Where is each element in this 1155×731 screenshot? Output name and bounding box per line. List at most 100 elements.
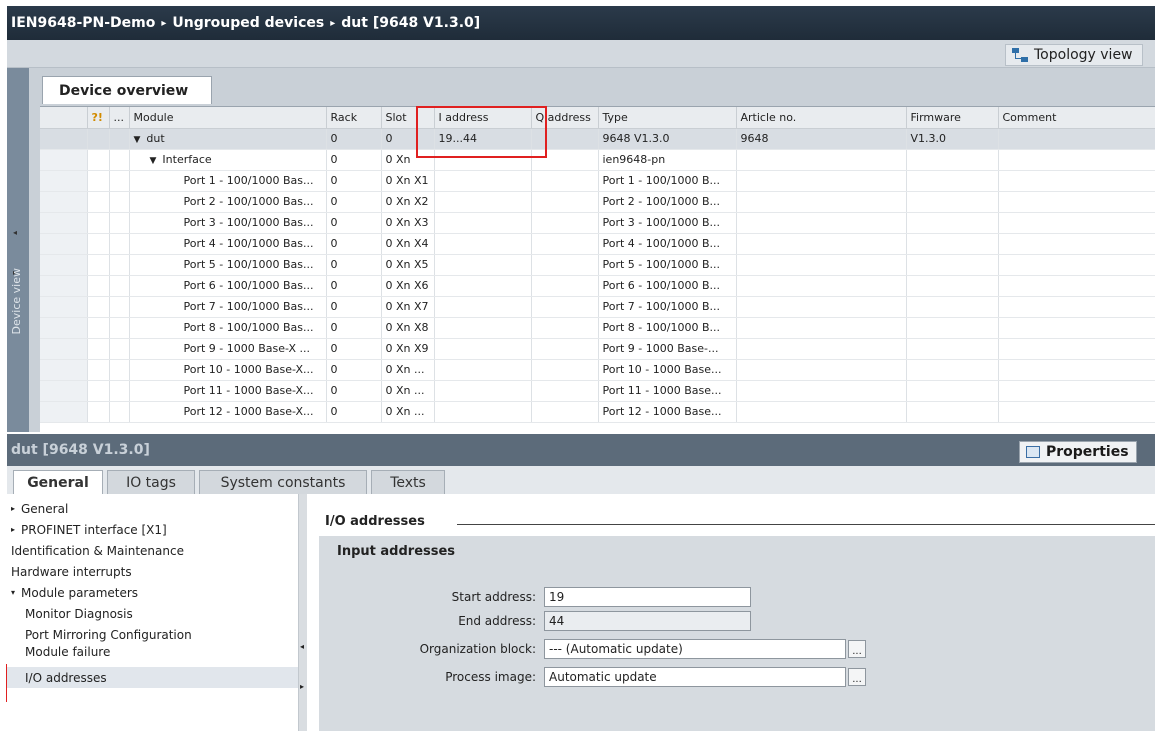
chevron-down-icon[interactable]: ▾ — [11, 588, 21, 597]
table-row[interactable]: Port 3 - 100/1000 Bas... 0 0 Xn X3 Port 3 -… — [40, 212, 1155, 234]
cell-slot[interactable]: 0 Xn X4 — [381, 233, 435, 255]
header-comment[interactable]: Comment — [998, 107, 1155, 129]
breadcrumb-project[interactable]: IEN9648-PN-Demo — [11, 15, 155, 31]
breadcrumb-device[interactable]: dut [9648 V1.3.0] — [341, 15, 480, 31]
cell-q-address[interactable] — [531, 191, 599, 213]
table-row[interactable]: Port 9 - 1000 Base-X ... 0 0 Xn X9 Port 9 -… — [40, 338, 1155, 360]
cell-i-address[interactable] — [434, 401, 532, 423]
cell-comment[interactable] — [998, 212, 1155, 234]
chevron-right-icon[interactable]: ▸ — [11, 525, 21, 534]
cell-slot[interactable]: 0 Xn ... — [381, 359, 435, 381]
cell-firmware[interactable] — [906, 359, 999, 381]
nav-item-hardware-interrupts[interactable]: Hardware interrupts — [7, 561, 298, 582]
header-more[interactable]: ... — [109, 107, 130, 129]
tab-device-overview[interactable]: Device overview — [42, 76, 212, 104]
cell-type[interactable]: Port 8 - 100/1000 B... — [598, 317, 737, 339]
device-view-strip[interactable]: ◂ ▸ Device view — [7, 68, 29, 432]
cell-firmware[interactable] — [906, 401, 999, 423]
cell-rack[interactable]: 0 — [326, 212, 382, 234]
header-article-no[interactable]: Article no. — [736, 107, 907, 129]
cell-module[interactable]: Port 2 - 100/1000 Bas... — [129, 191, 327, 213]
cell-i-address[interactable] — [434, 275, 532, 297]
header-slot[interactable]: Slot — [381, 107, 435, 129]
table-row[interactable]: Port 12 - 1000 Base-X... 0 0 Xn ... Port 12… — [40, 401, 1155, 423]
header-q-address[interactable]: Q address — [531, 107, 599, 129]
pane-splitter[interactable]: ◂ ▸ — [299, 494, 307, 731]
cell-comment[interactable] — [998, 254, 1155, 276]
cell-article-no[interactable] — [736, 149, 907, 171]
cell-i-address[interactable] — [434, 338, 532, 360]
cell-slot[interactable]: 0 — [381, 128, 435, 150]
cell-article-no[interactable] — [736, 380, 907, 402]
cell-q-address[interactable] — [531, 338, 599, 360]
cell-rack[interactable]: 0 — [326, 380, 382, 402]
cell-module[interactable]: Port 5 - 100/1000 Bas... — [129, 254, 327, 276]
cell-rack[interactable]: 0 — [326, 170, 382, 192]
cell-article-no[interactable] — [736, 338, 907, 360]
cell-slot[interactable]: 0 Xn ... — [381, 401, 435, 423]
cell-firmware[interactable] — [906, 338, 999, 360]
cell-module[interactable]: Port 10 - 1000 Base-X... — [129, 359, 327, 381]
header-icon-column[interactable]: ?! — [87, 107, 110, 129]
cell-comment[interactable] — [998, 380, 1155, 402]
cell-type[interactable]: Port 5 - 100/1000 B... — [598, 254, 737, 276]
cell-article-no[interactable] — [736, 359, 907, 381]
browse-ellipsis-icon[interactable]: ... — [848, 640, 866, 658]
cell-article-no[interactable] — [736, 212, 907, 234]
cell-i-address[interactable] — [434, 359, 532, 381]
cell-firmware[interactable] — [906, 254, 999, 276]
cell-rack[interactable]: 0 — [326, 317, 382, 339]
cell-comment[interactable] — [998, 233, 1155, 255]
cell-q-address[interactable] — [531, 170, 599, 192]
cell-q-address[interactable] — [531, 254, 599, 276]
cell-module[interactable]: Port 12 - 1000 Base-X... — [129, 401, 327, 423]
cell-comment[interactable] — [998, 296, 1155, 318]
table-row[interactable]: Port 4 - 100/1000 Bas... 0 0 Xn X4 Port 4 -… — [40, 233, 1155, 255]
table-row[interactable]: Port 11 - 1000 Base-X... 0 0 Xn ... Port 11… — [40, 380, 1155, 402]
cell-slot[interactable]: 0 Xn — [381, 149, 435, 171]
cell-firmware[interactable] — [906, 233, 999, 255]
cell-i-address[interactable] — [434, 149, 532, 171]
cell-module[interactable]: Port 9 - 1000 Base-X ... — [129, 338, 327, 360]
cell-i-address[interactable] — [434, 254, 532, 276]
cell-slot[interactable]: 0 Xn X1 — [381, 170, 435, 192]
header-type[interactable]: Type — [598, 107, 737, 129]
cell-i-address[interactable] — [434, 191, 532, 213]
cell-rack[interactable]: 0 — [326, 128, 382, 150]
cell-type[interactable]: Port 10 - 1000 Base... — [598, 359, 737, 381]
cell-slot[interactable]: 0 Xn X9 — [381, 338, 435, 360]
cell-slot[interactable]: 0 Xn X6 — [381, 275, 435, 297]
cell-rack[interactable]: 0 — [326, 401, 382, 423]
header-firmware[interactable]: Firmware — [906, 107, 999, 129]
nav-item-general[interactable]: ▸ General — [7, 498, 298, 519]
nav-item-module-parameters[interactable]: ▾ Module parameters — [7, 582, 298, 603]
cell-article-no[interactable] — [736, 317, 907, 339]
cell-module[interactable]: ▼ Interface — [129, 149, 327, 171]
table-row[interactable]: Port 7 - 100/1000 Bas... 0 0 Xn X7 Port 7 -… — [40, 296, 1155, 318]
cell-article-no[interactable] — [736, 191, 907, 213]
cell-q-address[interactable] — [531, 275, 599, 297]
cell-rack[interactable]: 0 — [326, 233, 382, 255]
table-row[interactable]: Port 5 - 100/1000 Bas... 0 0 Xn X5 Port 5 -… — [40, 254, 1155, 276]
cell-article-no[interactable] — [736, 275, 907, 297]
cell-type[interactable]: Port 9 - 1000 Base-... — [598, 338, 737, 360]
cell-slot[interactable]: 0 Xn X7 — [381, 296, 435, 318]
cell-i-address[interactable] — [434, 380, 532, 402]
cell-firmware[interactable] — [906, 149, 999, 171]
cell-type[interactable]: Port 4 - 100/1000 B... — [598, 233, 737, 255]
table-row[interactable]: Port 6 - 100/1000 Bas... 0 0 Xn X6 Port 6 -… — [40, 275, 1155, 297]
cell-q-address[interactable] — [531, 401, 599, 423]
cell-module[interactable]: Port 11 - 1000 Base-X... — [129, 380, 327, 402]
breadcrumb-group[interactable]: Ungrouped devices — [172, 15, 324, 31]
cell-q-address[interactable] — [531, 212, 599, 234]
cell-module[interactable]: Port 4 - 100/1000 Bas... — [129, 233, 327, 255]
browse-ellipsis-icon[interactable]: ... — [848, 668, 866, 686]
chevron-down-icon[interactable]: ▼ — [150, 156, 157, 166]
cell-q-address[interactable] — [531, 233, 599, 255]
cell-slot[interactable]: 0 Xn X2 — [381, 191, 435, 213]
chevron-right-icon[interactable]: ▸ — [300, 682, 304, 691]
cell-type[interactable]: 9648 V1.3.0 — [598, 128, 737, 150]
tab-io-tags[interactable]: IO tags — [107, 470, 195, 494]
start-address-field[interactable]: 19 — [544, 587, 751, 607]
cell-i-address[interactable]: 19...44 — [434, 128, 532, 150]
